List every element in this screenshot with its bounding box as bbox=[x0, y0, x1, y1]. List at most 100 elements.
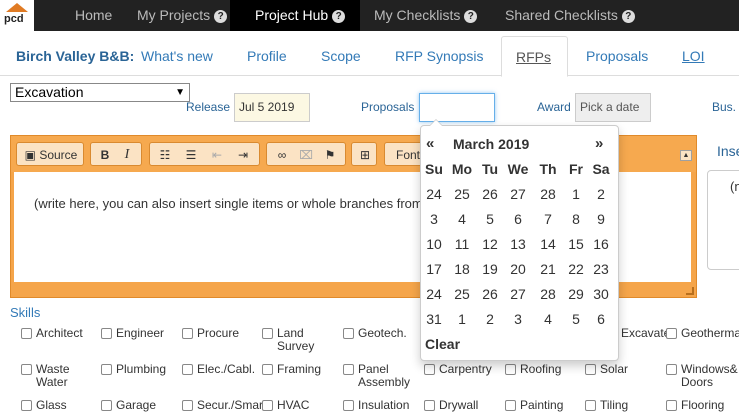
calendar-day[interactable]: 28 bbox=[535, 286, 561, 302]
checkbox[interactable] bbox=[21, 328, 32, 339]
calendar-day[interactable]: 20 bbox=[505, 261, 531, 277]
month-title[interactable]: March 2019 bbox=[453, 136, 563, 152]
tab-scope[interactable]: Scope bbox=[307, 36, 375, 76]
italic-button[interactable]: I bbox=[118, 146, 136, 164]
checkbox[interactable] bbox=[182, 364, 193, 375]
prev-month-button[interactable]: « bbox=[426, 135, 434, 152]
checkbox[interactable] bbox=[585, 364, 596, 375]
checkbox[interactable] bbox=[21, 364, 32, 375]
calendar-day[interactable]: 17 bbox=[421, 261, 447, 277]
checkbox[interactable] bbox=[101, 400, 112, 411]
checkbox[interactable] bbox=[343, 364, 354, 375]
calendar-day[interactable]: 2 bbox=[477, 311, 503, 327]
checkbox[interactable] bbox=[424, 364, 435, 375]
nav-my-projects[interactable]: My Projects? bbox=[127, 0, 237, 31]
calendar-day[interactable]: 6 bbox=[505, 211, 531, 227]
anchor-flag-icon[interactable]: ⚑ bbox=[319, 146, 341, 164]
calendar-day[interactable]: 5 bbox=[477, 211, 503, 227]
calendar-day[interactable]: 23 bbox=[588, 261, 614, 277]
resize-handle-icon[interactable] bbox=[686, 287, 694, 295]
release-date-input[interactable]: Jul 5 2019 bbox=[234, 93, 310, 122]
calendar-day[interactable]: 29 bbox=[563, 286, 589, 302]
tab-loi[interactable]: LOI bbox=[668, 36, 719, 76]
calendar-day[interactable]: 7 bbox=[535, 211, 561, 227]
calendar-day[interactable]: 8 bbox=[563, 211, 589, 227]
calendar-day[interactable]: 26 bbox=[477, 186, 503, 202]
tab-profile[interactable]: Profile bbox=[233, 36, 301, 76]
calendar-day[interactable]: 24 bbox=[421, 186, 447, 202]
numbered-list-icon[interactable]: ☷ bbox=[154, 146, 176, 164]
clear-button[interactable]: Clear bbox=[425, 336, 460, 352]
calendar-day[interactable]: 13 bbox=[505, 236, 531, 252]
calendar-day[interactable]: 11 bbox=[449, 236, 475, 252]
nav-shared-checklists[interactable]: Shared Checklists? bbox=[495, 0, 645, 31]
tab-proposals[interactable]: Proposals bbox=[572, 36, 662, 76]
bulleted-list-icon[interactable]: ☰ bbox=[180, 146, 202, 164]
calendar-day[interactable]: 2 bbox=[588, 186, 614, 202]
calendar-day[interactable]: 25 bbox=[449, 186, 475, 202]
checkbox[interactable] bbox=[101, 328, 112, 339]
calendar-day[interactable]: 30 bbox=[588, 286, 614, 302]
calendar-day[interactable]: 18 bbox=[449, 261, 475, 277]
checkbox[interactable] bbox=[585, 400, 596, 411]
calendar-day[interactable]: 24 bbox=[421, 286, 447, 302]
unlink-icon[interactable]: ⌧ bbox=[295, 146, 317, 164]
calendar-day[interactable]: 1 bbox=[449, 311, 475, 327]
help-icon[interactable]: ? bbox=[464, 10, 478, 23]
checkbox[interactable] bbox=[505, 400, 516, 411]
calendar-day[interactable]: 27 bbox=[505, 186, 531, 202]
calendar-day[interactable]: 9 bbox=[588, 211, 614, 227]
trade-select[interactable]: Excavation ▼ bbox=[10, 83, 190, 102]
outdent-icon[interactable]: ⇤ bbox=[206, 146, 228, 164]
calendar-day[interactable]: 15 bbox=[563, 236, 589, 252]
checkbox[interactable] bbox=[182, 328, 193, 339]
checkbox[interactable] bbox=[666, 364, 677, 375]
calendar-day[interactable]: 6 bbox=[588, 311, 614, 327]
calendar-day[interactable]: 1 bbox=[563, 186, 589, 202]
collapse-toolbar-icon[interactable]: ▲ bbox=[680, 150, 692, 161]
nav-my-checklists[interactable]: My Checklists? bbox=[364, 0, 487, 31]
award-date-input[interactable]: Pick a date bbox=[575, 93, 651, 122]
checkbox[interactable] bbox=[666, 400, 677, 411]
calendar-day[interactable]: 28 bbox=[535, 186, 561, 202]
calendar-day[interactable]: 21 bbox=[535, 261, 561, 277]
insert-panel[interactable]: (n bbox=[707, 170, 739, 270]
bold-button[interactable]: B bbox=[96, 146, 114, 164]
pcd-logo[interactable]: pcd bbox=[0, 0, 34, 31]
calendar-day[interactable]: 27 bbox=[505, 286, 531, 302]
checkbox[interactable] bbox=[21, 400, 32, 411]
next-month-button[interactable]: » bbox=[595, 135, 603, 152]
font-dropdown[interactable]: Font bbox=[393, 146, 423, 164]
help-icon[interactable]: ? bbox=[214, 10, 228, 23]
calendar-day[interactable]: 4 bbox=[535, 311, 561, 327]
proposals-date-input[interactable] bbox=[419, 93, 495, 122]
help-icon[interactable]: ? bbox=[621, 10, 635, 23]
calendar-day[interactable]: 3 bbox=[421, 211, 447, 227]
calendar-day[interactable]: 16 bbox=[588, 236, 614, 252]
checkbox[interactable] bbox=[505, 364, 516, 375]
checkbox[interactable] bbox=[666, 328, 677, 339]
checkbox[interactable] bbox=[262, 328, 273, 339]
calendar-day[interactable]: 25 bbox=[449, 286, 475, 302]
checkbox[interactable] bbox=[262, 400, 273, 411]
calendar-day[interactable]: 12 bbox=[477, 236, 503, 252]
checkbox[interactable] bbox=[182, 400, 193, 411]
indent-icon[interactable]: ⇥ bbox=[232, 146, 254, 164]
calendar-day[interactable]: 10 bbox=[421, 236, 447, 252]
link-icon[interactable]: ∞ bbox=[271, 146, 293, 164]
nav-project-hub[interactable]: Project Hub? bbox=[230, 0, 360, 31]
checkbox[interactable] bbox=[101, 364, 112, 375]
tab-whats-new[interactable]: What's new bbox=[127, 36, 227, 76]
calendar-day[interactable]: 19 bbox=[477, 261, 503, 277]
calendar-day[interactable]: 4 bbox=[449, 211, 475, 227]
checkbox[interactable] bbox=[424, 400, 435, 411]
checkbox[interactable] bbox=[262, 364, 273, 375]
tab-rfps[interactable]: RFPs bbox=[501, 36, 568, 77]
source-button[interactable]: ▣ Source bbox=[21, 146, 81, 164]
tab-rfp-synopsis[interactable]: RFP Synopsis bbox=[381, 36, 497, 76]
calendar-day[interactable]: 31 bbox=[421, 311, 447, 327]
checkbox[interactable] bbox=[343, 400, 354, 411]
help-icon[interactable]: ? bbox=[332, 10, 346, 23]
calendar-day[interactable]: 5 bbox=[563, 311, 589, 327]
table-icon[interactable]: ⊞ bbox=[355, 146, 375, 164]
